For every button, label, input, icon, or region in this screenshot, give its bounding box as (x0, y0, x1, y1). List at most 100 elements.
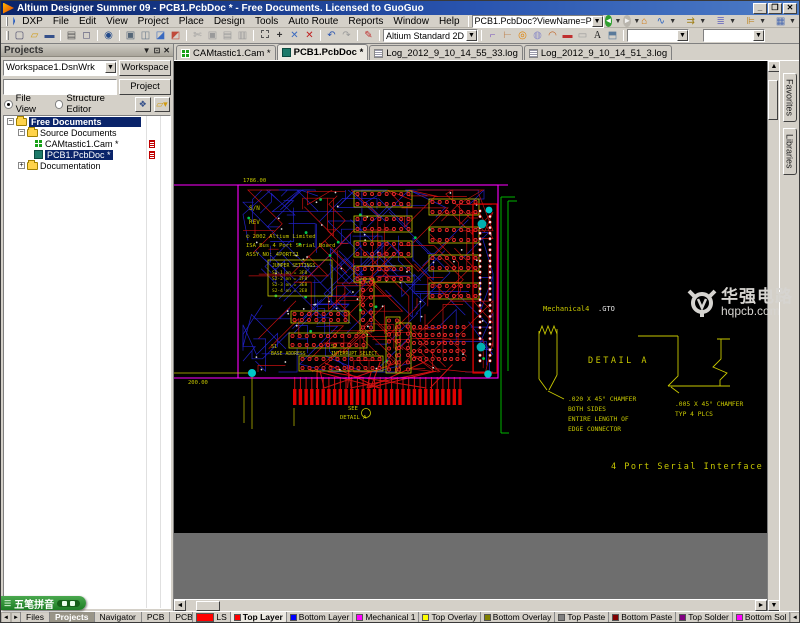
panel-tab-projects[interactable]: Projects (49, 612, 95, 623)
chevron-down-icon[interactable]: ▼ (789, 18, 796, 25)
clear-filter-icon[interactable]: ✕ (287, 29, 302, 42)
place-keepout-icon[interactable]: ⊢ (500, 29, 515, 42)
tree-label[interactable]: PCB1.PcbDoc * (45, 150, 113, 160)
layer-tab-top-layer[interactable]: Top Layer (230, 612, 287, 623)
open-folder-icon[interactable]: ▱▾ (154, 97, 170, 112)
print-icon[interactable]: ▤ (64, 29, 79, 42)
undo-icon[interactable]: ↶ (324, 29, 339, 42)
footprint-icon[interactable]: ≣ (713, 15, 728, 28)
restore-button[interactable]: ❐ (768, 3, 782, 14)
panel-tab-pcb-2[interactable]: PCB (169, 612, 193, 623)
grid-combo[interactable]: ▼ (627, 29, 689, 42)
menu-autoroute[interactable]: Auto Route (283, 16, 343, 27)
workspace-button[interactable]: Workspace (119, 60, 171, 76)
format-copy-icon[interactable]: ◪ (153, 29, 168, 42)
menu-view[interactable]: View (101, 16, 133, 27)
chevron-down-icon[interactable]: ▼ (729, 18, 736, 25)
forward-dropdown-icon[interactable]: ▼ (633, 18, 640, 25)
tab-libraries[interactable]: Libraries (783, 128, 797, 175)
tree-label[interactable]: Documentation (40, 161, 101, 171)
layer-tab-bottom-solder[interactable]: Bottom Sol (732, 612, 790, 623)
tab-favorites[interactable]: Favorites (783, 73, 797, 122)
place-fill-icon[interactable]: ▬ (560, 29, 575, 42)
tree-row-free-documents[interactable]: − Free Documents (4, 116, 170, 127)
move-icon[interactable]: + (272, 29, 287, 42)
tab-log-2[interactable]: Log_2012_9_10_14_51_3.log (524, 45, 672, 60)
close-icon[interactable]: ✕ (163, 46, 170, 55)
format-paste-icon[interactable]: ◩ (168, 29, 183, 42)
menu-file[interactable]: File (48, 16, 74, 27)
pin-icon[interactable]: ⊡ (154, 46, 161, 55)
collapse-icon[interactable]: − (7, 118, 14, 125)
align-icon[interactable]: ⊫ (743, 15, 758, 28)
back-dropdown-icon[interactable]: ▼ (614, 18, 621, 25)
redo-icon[interactable]: ↷ (339, 29, 354, 42)
structure-editor-radio[interactable] (55, 100, 64, 109)
layer-set-tab[interactable]: LS (192, 612, 230, 623)
chevron-down-icon[interactable]: ▼ (105, 62, 116, 73)
menu-window[interactable]: Window (388, 16, 434, 27)
place-via-icon[interactable]: ◍ (530, 29, 545, 42)
menu-dxp[interactable]: DXP (17, 16, 48, 27)
expand-icon[interactable]: + (18, 162, 25, 169)
tree-label[interactable]: CAMtastic1.Cam * (45, 139, 119, 149)
vertical-scrollbar[interactable]: ▲ ▼ (767, 61, 779, 611)
chevron-down-icon[interactable]: ▼ (753, 30, 764, 41)
forward-icon[interactable]: ► (623, 15, 631, 27)
layer-scroll-left-icon[interactable]: ◄ (790, 612, 799, 623)
ime-toolbar[interactable]: ☰ 五笔拼音 (1, 596, 86, 610)
menu-reports[interactable]: Reports (343, 16, 388, 27)
ime-keyboard-icon[interactable] (70, 601, 75, 606)
address-combo[interactable]: PCB1.PcbDoc?ViewName=PCBEditor;L ▼ (472, 15, 604, 28)
workspace-combo[interactable]: Workspace1.DsnWrk ▼ (3, 60, 117, 76)
signal-icon[interactable]: ∿ (653, 15, 668, 28)
toolbar-grip[interactable] (6, 17, 8, 26)
menu-project[interactable]: Project (133, 16, 174, 27)
grid-icon[interactable]: ▦ (773, 15, 788, 28)
tree-row-documentation[interactable]: + Documentation (4, 160, 170, 171)
copy-icon[interactable]: ▣ (205, 29, 220, 42)
back-icon[interactable]: ◄ (605, 15, 613, 27)
ime-options[interactable] (57, 600, 80, 607)
pcb-editor-canvas[interactable]: S/N REV © 2002 Altium Limited ISA Bus 4 … (174, 61, 767, 533)
ime-mode-icon[interactable] (62, 601, 67, 606)
scroll-left-icon[interactable]: ◄ (174, 600, 186, 611)
place-line-icon[interactable]: ⌐ (485, 29, 500, 42)
tree-label[interactable]: Source Documents (40, 128, 117, 138)
open-icon[interactable]: ▱ (27, 29, 42, 42)
view-mode-combo[interactable]: Altium Standard 2D ▼ (383, 29, 478, 42)
save-icon[interactable]: ▬ (42, 29, 57, 42)
toolbar-grip[interactable] (6, 31, 9, 40)
menu-design[interactable]: Design (209, 16, 250, 27)
tree-row-source-documents[interactable]: − Source Documents (4, 127, 170, 138)
menu-place[interactable]: Place (174, 16, 209, 27)
browse-icon[interactable]: ◉ (101, 29, 116, 42)
panel-tab-pcb[interactable]: PCB (141, 612, 170, 623)
tree-label[interactable]: Free Documents (29, 117, 141, 127)
sort-icon[interactable]: ❖ (135, 97, 151, 112)
panel-tab-navigator[interactable]: Navigator (94, 612, 142, 623)
tree-row-pcb1[interactable]: PCB1.PcbDoc * (4, 149, 170, 160)
layer-tab-top-overlay[interactable]: Top Overlay (418, 612, 480, 623)
scroll-right-icon[interactable]: ► (755, 600, 767, 611)
collapse-icon[interactable]: − (18, 129, 25, 136)
tab-camtastic[interactable]: CAMtastic1.Cam * (176, 45, 276, 60)
tab-pcb1[interactable]: PCB1.PcbDoc * (277, 44, 369, 60)
layer-tab-top-paste[interactable]: Top Paste (554, 612, 609, 623)
panel-tab-files[interactable]: Files (20, 612, 50, 623)
print-preview-icon[interactable]: ◻ (79, 29, 94, 42)
home-icon[interactable]: ⌂ (641, 15, 647, 28)
layer-tab-bottom-overlay[interactable]: Bottom Overlay (480, 612, 556, 623)
pencil-icon[interactable]: ✎ (361, 29, 376, 42)
paste-array-icon[interactable]: ▥ (235, 29, 250, 42)
place-text-icon[interactable]: A (590, 29, 605, 42)
place-pad-icon[interactable]: ◎ (515, 29, 530, 42)
chevron-down-icon[interactable]: ▼ (699, 18, 706, 25)
capture-icon[interactable]: ▣ (123, 29, 138, 42)
place-component-icon[interactable]: ⬒ (605, 29, 620, 42)
drag-handle-icon[interactable]: ☰ (4, 599, 11, 608)
menu-edit[interactable]: Edit (74, 16, 101, 27)
tile-windows-icon[interactable]: ◫ (138, 29, 153, 42)
new-document-icon[interactable]: ▢ (12, 29, 27, 42)
tree-row-camtastic[interactable]: CAMtastic1.Cam * (4, 138, 170, 149)
